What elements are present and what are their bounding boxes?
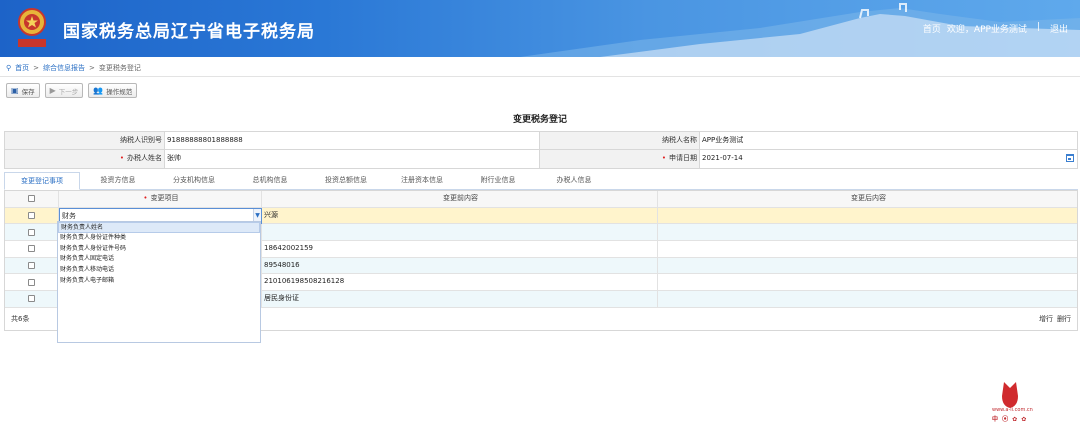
- breadcrumb-sep: >: [33, 64, 40, 72]
- taxpayer-info-table: 纳税人识别号 91888888801888888 纳税人名称 APP业务测试 •…: [4, 131, 1078, 169]
- row-checkbox-cell: [5, 274, 59, 291]
- after-cell[interactable]: [658, 241, 1077, 257]
- required-dot-icon: •: [143, 194, 148, 202]
- dropdown-option[interactable]: 财务负责人姓名: [58, 222, 260, 233]
- next-step-button[interactable]: ▶ 下一步: [44, 83, 84, 98]
- watermark-tag-icon: 中 ⦿ ✿ ✿: [992, 416, 1028, 423]
- row-checkbox[interactable]: [28, 278, 35, 286]
- tab-head-office[interactable]: 总机构信息: [232, 172, 308, 189]
- row-checkbox[interactable]: [28, 295, 35, 303]
- breadcrumb-level1[interactable]: 综合信息报告: [43, 63, 85, 73]
- before-cell: 210106198508216128: [262, 274, 658, 291]
- tab-branches[interactable]: 分支机构信息: [156, 172, 232, 189]
- taxpayer-id-value: 91888888801888888: [165, 132, 540, 149]
- apply-date-field[interactable]: 2021-07-14: [700, 150, 1077, 168]
- header-item: • 变更项目: [59, 191, 262, 207]
- tab-total-investment[interactable]: 投资总额信息: [308, 172, 384, 189]
- change-item-dropdown: 财务负责人姓名 财务负责人身份证件种类 财务负责人身份证件号码 财务负责人固定电…: [57, 221, 261, 343]
- location-pin-icon: ⚲: [6, 64, 12, 72]
- required-dot-icon: •: [119, 154, 124, 162]
- tab-industry[interactable]: 附行业信息: [460, 172, 536, 189]
- play-icon: ▶: [49, 86, 56, 95]
- header-after: 变更后内容: [851, 194, 886, 202]
- watermark-url: www.a-li.com.cn: [992, 407, 1033, 413]
- tab-change-items[interactable]: 变更登记事项: [4, 172, 80, 190]
- nav-separator: |: [1036, 22, 1040, 32]
- header-item-label: 变更项目: [150, 194, 179, 202]
- row-checkbox-cell: [5, 257, 59, 274]
- tab-handler[interactable]: 办税人信息: [536, 172, 612, 189]
- before-cell: [262, 224, 658, 241]
- guide-button[interactable]: 👥 操作规范: [88, 83, 138, 98]
- handler-label: 办税人姓名: [127, 154, 162, 162]
- save-label: 保存: [21, 87, 35, 96]
- apply-date-value: 2021-07-14: [702, 154, 743, 162]
- info-row: • 办税人姓名 张帅 • 申请日期 2021-07-14: [5, 150, 1077, 168]
- taxpayer-id-label: 纳税人识别号: [5, 132, 165, 149]
- add-row-button[interactable]: 增行: [1039, 314, 1053, 324]
- header-before: 变更前内容: [262, 191, 658, 207]
- dropdown-option[interactable]: 财务负责人固定电话: [58, 254, 260, 265]
- apply-date-label-cell: • 申请日期: [540, 150, 700, 168]
- site-title: 国家税务总局辽宁省电子税务局: [63, 22, 315, 42]
- row-checkbox-cell: [5, 291, 59, 307]
- row-actions: 增行 删行: [1039, 314, 1071, 324]
- combobox-value: 财务: [62, 211, 76, 220]
- nav-home-link[interactable]: 首页: [923, 22, 941, 35]
- after-cell[interactable]: [658, 258, 1077, 274]
- top-nav: 首页 欢迎，APP业务测试 | 退出: [923, 22, 1068, 35]
- dropdown-option[interactable]: 财务负责人移动电话: [58, 265, 260, 276]
- logout-link[interactable]: 退出: [1050, 22, 1068, 35]
- info-row: 纳税人识别号 91888888801888888 纳税人名称 APP业务测试: [5, 132, 1077, 150]
- site-header: 国家税务总局辽宁省电子税务局 首页 欢迎，APP业务测试 | 退出: [0, 0, 1080, 57]
- save-icon: ▣: [11, 86, 19, 95]
- after-cell[interactable]: [658, 208, 1077, 224]
- before-cell: 居民身份证: [262, 291, 658, 307]
- guide-label: 操作规范: [106, 87, 133, 96]
- delete-row-button[interactable]: 删行: [1057, 314, 1071, 324]
- taxpayer-name-label: 纳税人名称: [540, 132, 700, 149]
- after-cell[interactable]: [658, 274, 1077, 290]
- row-checkbox-cell: [5, 224, 59, 241]
- tax-emblem-icon: [18, 8, 46, 47]
- toolbar: ▣ 保存 ▶ 下一步 👥 操作规范: [6, 83, 138, 98]
- dropdown-option[interactable]: 财务负责人电子邮箱: [58, 276, 260, 287]
- before-cell: 兴源: [262, 207, 658, 224]
- users-icon: 👥: [93, 86, 104, 95]
- tab-bar: 变更登记事项 投资方信息 分支机构信息 总机构信息 投资总额信息 注册资本信息 …: [4, 172, 1078, 190]
- row-checkbox[interactable]: [28, 212, 35, 220]
- after-cell[interactable]: [658, 291, 1077, 307]
- record-count: 共6条: [11, 314, 30, 323]
- breadcrumb-current: 变更税务登记: [98, 64, 141, 72]
- dropdown-option[interactable]: 财务负责人身份证件种类: [58, 233, 260, 244]
- next-step-label: 下一步: [58, 87, 79, 96]
- save-button[interactable]: ▣ 保存: [6, 83, 40, 98]
- dropdown-option[interactable]: 财务负责人身份证件号码: [58, 244, 260, 255]
- handler-label-cell: • 办税人姓名: [5, 150, 165, 168]
- tab-registered-capital[interactable]: 注册资本信息: [384, 172, 460, 189]
- grid-header: • 变更项目 变更前内容 变更后内容: [5, 191, 1077, 208]
- breadcrumb-home[interactable]: 首页: [15, 63, 29, 73]
- row-checkbox[interactable]: [28, 245, 35, 253]
- required-dot-icon: •: [661, 154, 666, 162]
- breadcrumb-sep: >: [89, 64, 95, 72]
- row-checkbox[interactable]: [28, 228, 35, 236]
- after-cell[interactable]: [658, 224, 1077, 240]
- tab-investors[interactable]: 投资方信息: [80, 172, 156, 189]
- form-title: 变更税务登记: [512, 115, 567, 125]
- row-checkbox[interactable]: [28, 262, 35, 270]
- breadcrumb: ⚲ 首页 > 综合信息报告 > 变更税务登记: [6, 63, 141, 73]
- before-cell: 89548016: [262, 257, 658, 274]
- handler-value: 张帅: [165, 150, 540, 168]
- select-all-checkbox[interactable]: [28, 195, 35, 203]
- row-checkbox-cell: [5, 241, 59, 257]
- row-checkbox-cell: [5, 207, 59, 224]
- taxpayer-name-value: APP业务测试: [702, 136, 744, 144]
- calendar-icon[interactable]: [1066, 154, 1074, 162]
- select-all-cell: [5, 191, 59, 207]
- welcome-text: 欢迎，APP业务测试: [946, 25, 1027, 35]
- apply-date-label: 申请日期: [669, 154, 697, 162]
- before-cell: 18642002159: [262, 241, 658, 257]
- breadcrumb-divider: [0, 76, 1080, 77]
